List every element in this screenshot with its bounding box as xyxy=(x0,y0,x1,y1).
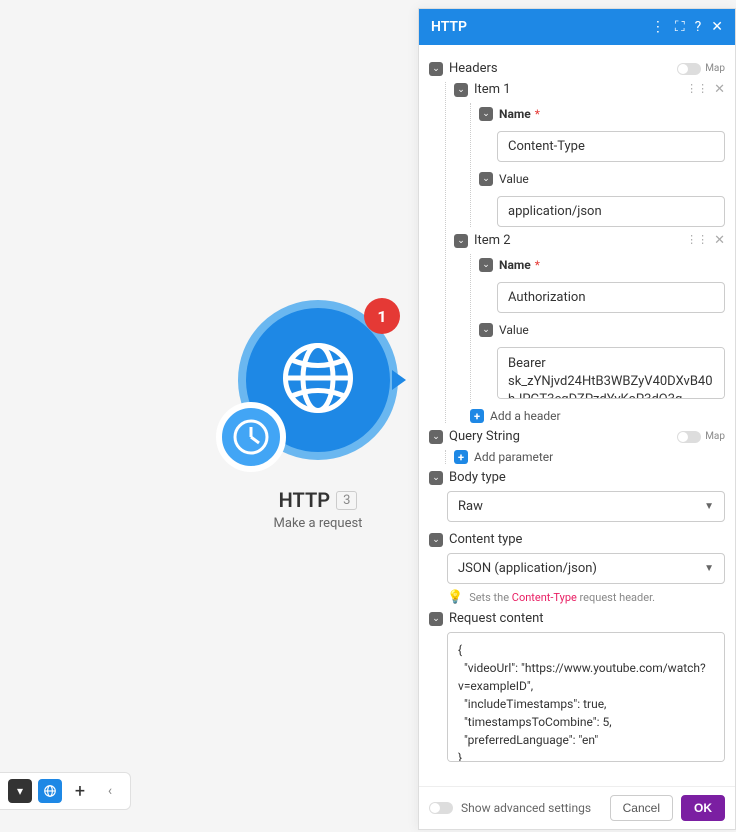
expand-icon[interactable]: ⛶ xyxy=(675,19,685,35)
hint-text: Sets the Content-Type request header. xyxy=(469,591,655,604)
add-header-label: Add a header xyxy=(490,409,561,423)
reqcontent-chevron[interactable]: ⌄ xyxy=(429,612,443,626)
item2-value-chevron[interactable]: ⌄ xyxy=(479,323,493,337)
item1-label: Item 1 xyxy=(474,82,511,97)
bodytype-chevron[interactable]: ⌄ xyxy=(429,471,443,485)
item1-name-input[interactable] xyxy=(497,131,725,162)
panel-header: HTTP ⋮ ⛶ ? ✕ xyxy=(419,9,735,45)
ok-button[interactable]: OK xyxy=(681,795,725,821)
reqcontent-label: Request content xyxy=(449,611,544,626)
item1-value-chevron[interactable]: ⌄ xyxy=(479,172,493,186)
item2-label: Item 2 xyxy=(474,233,511,248)
notification-badge[interactable]: 1 xyxy=(364,298,400,334)
globe-small-icon[interactable] xyxy=(38,779,62,803)
http-node[interactable]: 1 HTTP 3 Make a request xyxy=(238,300,398,531)
advanced-label: Show advanced settings xyxy=(461,801,591,815)
contenttype-label: Content type xyxy=(449,532,522,547)
item1-value-label: Value xyxy=(499,172,529,186)
item1-drag-icon[interactable]: ⋮⋮ xyxy=(686,82,708,97)
item2-chevron[interactable]: ⌄ xyxy=(454,234,468,248)
output-connector[interactable] xyxy=(392,370,406,390)
item1-name-label: Name xyxy=(499,107,531,121)
node-title: HTTP xyxy=(279,488,330,512)
chevron-left-icon[interactable]: ‹ xyxy=(98,779,122,803)
request-content-input[interactable] xyxy=(447,632,725,762)
headers-chevron[interactable]: ⌄ xyxy=(429,62,443,76)
add-header-button[interactable]: + xyxy=(470,409,484,423)
item2-name-label: Name xyxy=(499,258,531,272)
menu-icon[interactable]: ⋮ xyxy=(651,19,665,35)
panel-body: ⌄ Headers Map ⌄ Item 1 ⋮⋮ ✕ xyxy=(419,45,735,786)
close-icon[interactable]: ✕ xyxy=(711,19,723,35)
bottom-toolbar: ▾ + ‹ xyxy=(0,772,131,810)
panel-title: HTTP xyxy=(431,19,467,35)
add-param-button[interactable]: + xyxy=(454,450,468,464)
globe-icon xyxy=(278,338,358,422)
qs-label: Query String xyxy=(449,429,520,444)
item1-value-input[interactable] xyxy=(497,196,725,227)
headers-map-toggle[interactable] xyxy=(677,63,701,75)
qs-map-toggle[interactable] xyxy=(677,431,701,443)
cancel-button[interactable]: Cancel xyxy=(610,795,673,821)
headers-label: Headers xyxy=(449,61,498,76)
item1-name-chevron[interactable]: ⌄ xyxy=(479,107,493,121)
item1-remove-icon[interactable]: ✕ xyxy=(714,82,725,97)
item2-name-chevron[interactable]: ⌄ xyxy=(479,258,493,272)
item2-name-input[interactable] xyxy=(497,282,725,313)
item2-value-input[interactable] xyxy=(497,347,725,399)
bodytype-select[interactable]: Raw ▼ xyxy=(447,491,725,522)
contenttype-chevron[interactable]: ⌄ xyxy=(429,533,443,547)
caret-down-icon: ▼ xyxy=(704,501,714,512)
clock-icon[interactable] xyxy=(216,402,286,472)
config-panel: HTTP ⋮ ⛶ ? ✕ ⌄ Headers Map ⌄ xyxy=(418,8,736,830)
bodytype-label: Body type xyxy=(449,470,506,485)
contenttype-select[interactable]: JSON (application/json) ▼ xyxy=(447,553,725,584)
qs-chevron[interactable]: ⌄ xyxy=(429,430,443,444)
item2-drag-icon[interactable]: ⋮⋮ xyxy=(686,233,708,248)
add-icon[interactable]: + xyxy=(68,779,92,803)
add-param-label: Add parameter xyxy=(474,450,553,464)
node-subtitle: Make a request xyxy=(274,516,363,531)
bodytype-value: Raw xyxy=(458,499,483,514)
qs-map-label: Map xyxy=(705,431,725,442)
contenttype-value: JSON (application/json) xyxy=(458,561,597,576)
headers-map-label: Map xyxy=(705,63,725,74)
node-run-count: 3 xyxy=(336,491,357,510)
advanced-toggle[interactable] xyxy=(429,802,453,814)
node-circle[interactable]: 1 xyxy=(238,300,398,460)
item2-value-label: Value xyxy=(499,323,529,337)
bulb-icon: 💡 xyxy=(447,590,463,605)
panel-footer: Show advanced settings Cancel OK xyxy=(419,786,735,829)
store-icon[interactable]: ▾ xyxy=(8,779,32,803)
item2-remove-icon[interactable]: ✕ xyxy=(714,233,725,248)
help-icon[interactable]: ? xyxy=(695,19,702,35)
caret-down-icon: ▼ xyxy=(704,563,714,574)
item1-chevron[interactable]: ⌄ xyxy=(454,83,468,97)
